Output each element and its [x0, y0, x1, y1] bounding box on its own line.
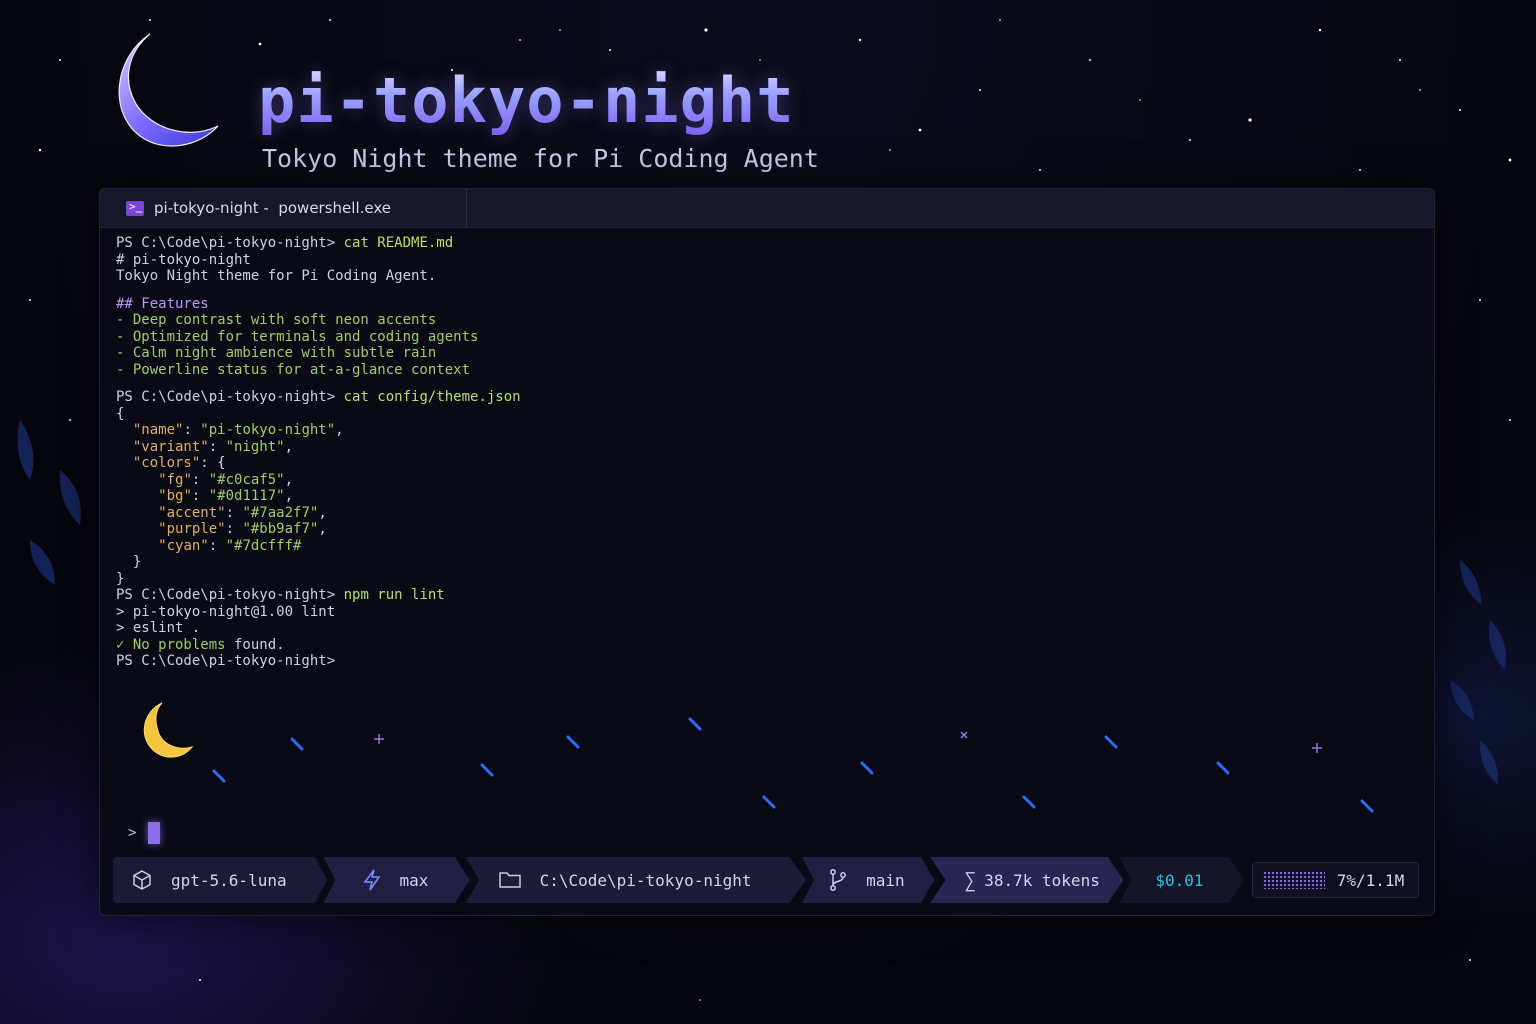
- model-label: gpt-5.6-luna: [171, 870, 287, 890]
- current-prompt: PS C:\Code\pi-tokyo-night>: [116, 653, 336, 669]
- context-meter: [1262, 871, 1325, 889]
- rain-drop: [290, 737, 304, 751]
- status-branch[interactable]: main: [802, 857, 935, 903]
- status-model[interactable]: gpt-5.6-luna: [113, 857, 328, 903]
- json-line: "bg": "#0d1117",: [158, 488, 294, 504]
- branch-label: main: [866, 870, 905, 890]
- json-line: "variant": "night",: [132, 438, 294, 455]
- output-line: PS C:\Code\pi-tokyo-night> cat README.md: [116, 235, 454, 251]
- rain-drop: [1360, 799, 1374, 813]
- tab-label: pi-tokyo-night - powershell.exe: [154, 199, 391, 217]
- terminal-output: PS C:\Code\pi-tokyo-night> cat README.md…: [116, 235, 1406, 670]
- json-line: "fg": "#c0caf5",: [158, 471, 294, 488]
- status-cost[interactable]: $0.01: [1119, 857, 1244, 903]
- rain-drop: [762, 795, 776, 809]
- output-line: PS C:\Code\pi-tokyo-night> npm run lint: [116, 587, 445, 603]
- terminal-tab[interactable]: >_ pi-tokyo-night - powershell.exe: [114, 189, 467, 227]
- json-line: }: [132, 554, 142, 570]
- json-line: {: [116, 405, 125, 422]
- status-tokens[interactable]: ∑ 38.7k tokens: [930, 857, 1124, 903]
- path-label: C:\Code\pi-tokyo-night: [539, 870, 752, 890]
- text-cursor: [148, 822, 161, 844]
- rain-drop: [1104, 735, 1118, 749]
- terminal-window: >_ pi-tokyo-night - powershell.exe PS C:…: [99, 188, 1435, 916]
- json-line: }: [116, 570, 125, 587]
- json-line: "colors": {: [132, 455, 226, 471]
- hero-subtitle: Tokyo Night theme for Pi Coding Agent: [262, 144, 819, 173]
- json-line: "cyan": "#7dcfff#: [158, 537, 302, 554]
- status-effort[interactable]: max: [323, 857, 470, 903]
- input-line[interactable]: >: [128, 821, 161, 845]
- rain-drop: [566, 735, 580, 749]
- powerline-status-bar: gpt-5.6-luna max C:\Code\pi-tokyo-night …: [113, 857, 1419, 903]
- feature-item: - Powerline status for at-a-glance conte…: [116, 361, 471, 378]
- rain-drop: [1216, 761, 1230, 775]
- tokens-label: 38.7k tokens: [984, 870, 1100, 890]
- cost-label: $0.01: [1155, 870, 1204, 890]
- context-label: 7%/1.1M: [1336, 870, 1405, 890]
- status-path[interactable]: C:\Code\pi-tokyo-night: [465, 857, 807, 903]
- output-line: ✓ No problems found.: [116, 636, 285, 653]
- feature-item: - Deep contrast with soft neon accents: [116, 312, 437, 328]
- rain-drop: [688, 717, 702, 731]
- feature-item: - Calm night ambience with subtle rain: [116, 345, 437, 361]
- json-line: "accent": "#7aa2f7",: [158, 504, 327, 521]
- output-line: PS C:\Code\pi-tokyo-night> cat config/th…: [116, 389, 521, 405]
- tab-bar: >_ pi-tokyo-night - powershell.exe: [100, 189, 1434, 228]
- rain-drop: [480, 763, 494, 777]
- status-context[interactable]: 7%/1.1M: [1251, 862, 1419, 898]
- folder-icon: [498, 870, 522, 890]
- cube-icon: [131, 869, 153, 891]
- rain-drop: [860, 761, 874, 775]
- sparkle: [960, 731, 968, 739]
- git-branch-icon: [828, 868, 848, 892]
- lightning-icon: [362, 869, 382, 891]
- input-caret: >: [128, 825, 137, 841]
- json-line: "name": "pi-tokyo-night",: [132, 422, 344, 438]
- output-line: # pi-tokyo-night: [116, 251, 251, 268]
- feature-item: - Optimized for terminals and coding age…: [116, 328, 479, 345]
- hero-title: pi-tokyo-night: [258, 64, 795, 137]
- output-line: > pi-tokyo-night@1.00 lint: [116, 603, 336, 620]
- output-line: > eslint .: [116, 620, 201, 636]
- effort-label: max: [399, 870, 429, 890]
- rain-drop: [212, 769, 226, 783]
- small-moon-icon: [143, 702, 194, 758]
- sigma-icon: ∑: [964, 868, 977, 892]
- rain-drop: [1022, 795, 1036, 809]
- crescent-moon-logo: [118, 33, 219, 147]
- powershell-icon: >_: [126, 200, 144, 216]
- output-line: Tokyo Night theme for Pi Coding Agent.: [116, 268, 437, 284]
- output-line: ## Features: [116, 295, 209, 312]
- json-line: "purple": "#bb9af7",: [158, 521, 327, 537]
